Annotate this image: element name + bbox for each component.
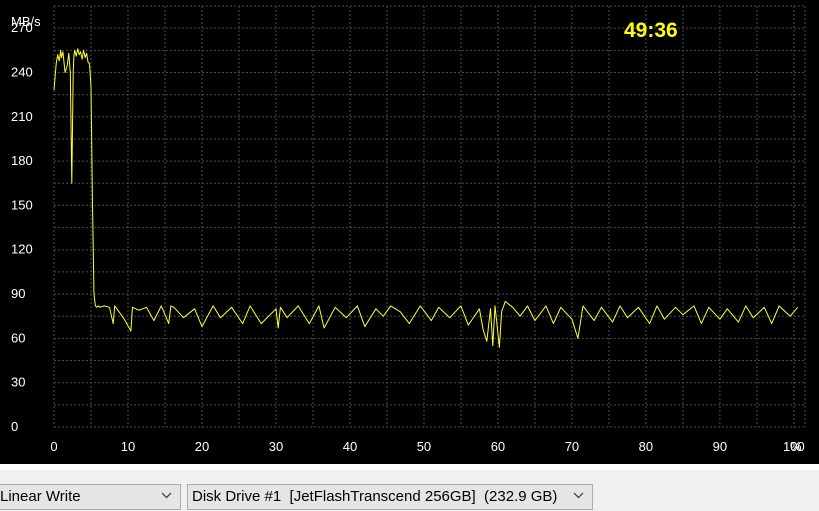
- x-tick-label: 70: [565, 439, 579, 454]
- benchmark-chart: 0 30 60 90 120 150 180 210 240 270 0 10 20 30 40 50 60 7…: [0, 0, 819, 464]
- chevron-down-icon: [161, 492, 172, 499]
- x-tick-label: 40: [343, 439, 357, 454]
- chevron-down-icon: [573, 492, 584, 499]
- x-tick-label: 10: [121, 439, 135, 454]
- x-tick-label: 20: [195, 439, 209, 454]
- chart-svg: 0306090120150180210240270 0 10 20 30 40 50 60 7…: [11, 5, 806, 454]
- y-tick-label: 120: [11, 242, 33, 257]
- x-tick-label: 0: [50, 439, 57, 454]
- y-tick-label: 240: [11, 64, 33, 79]
- x-tick-label: 60: [491, 439, 505, 454]
- y-tick-label: 0: [11, 419, 18, 434]
- x-axis-unit-label: %: [790, 439, 802, 454]
- test-mode-value: Linear Write: [0, 488, 81, 505]
- elapsed-timer: 49:36: [624, 19, 678, 42]
- series-line: [53, 48, 798, 348]
- y-tick-label: 60: [11, 330, 25, 345]
- x-tick-label: 80: [639, 439, 653, 454]
- y-tick-label: 90: [11, 286, 25, 301]
- drive-value: Disk Drive #1 [JetFlashTranscend 256GB] …: [192, 488, 558, 505]
- y-tick-label: 180: [11, 153, 33, 168]
- bottom-toolbar: Linear Write Disk Drive #1 [JetFlashTran…: [0, 470, 819, 511]
- y-tick-label: 150: [11, 197, 33, 212]
- test-mode-select[interactable]: Linear Write: [0, 484, 181, 510]
- x-tick-label: 30: [269, 439, 283, 454]
- y-tick-label: 30: [11, 375, 25, 390]
- y-axis-unit-label: MB/s: [11, 14, 41, 29]
- x-tick-label: 50: [417, 439, 431, 454]
- y-tick-label: 210: [11, 109, 33, 124]
- x-tick-label: 90: [713, 439, 727, 454]
- drive-select[interactable]: Disk Drive #1 [JetFlashTranscend 256GB] …: [187, 484, 593, 510]
